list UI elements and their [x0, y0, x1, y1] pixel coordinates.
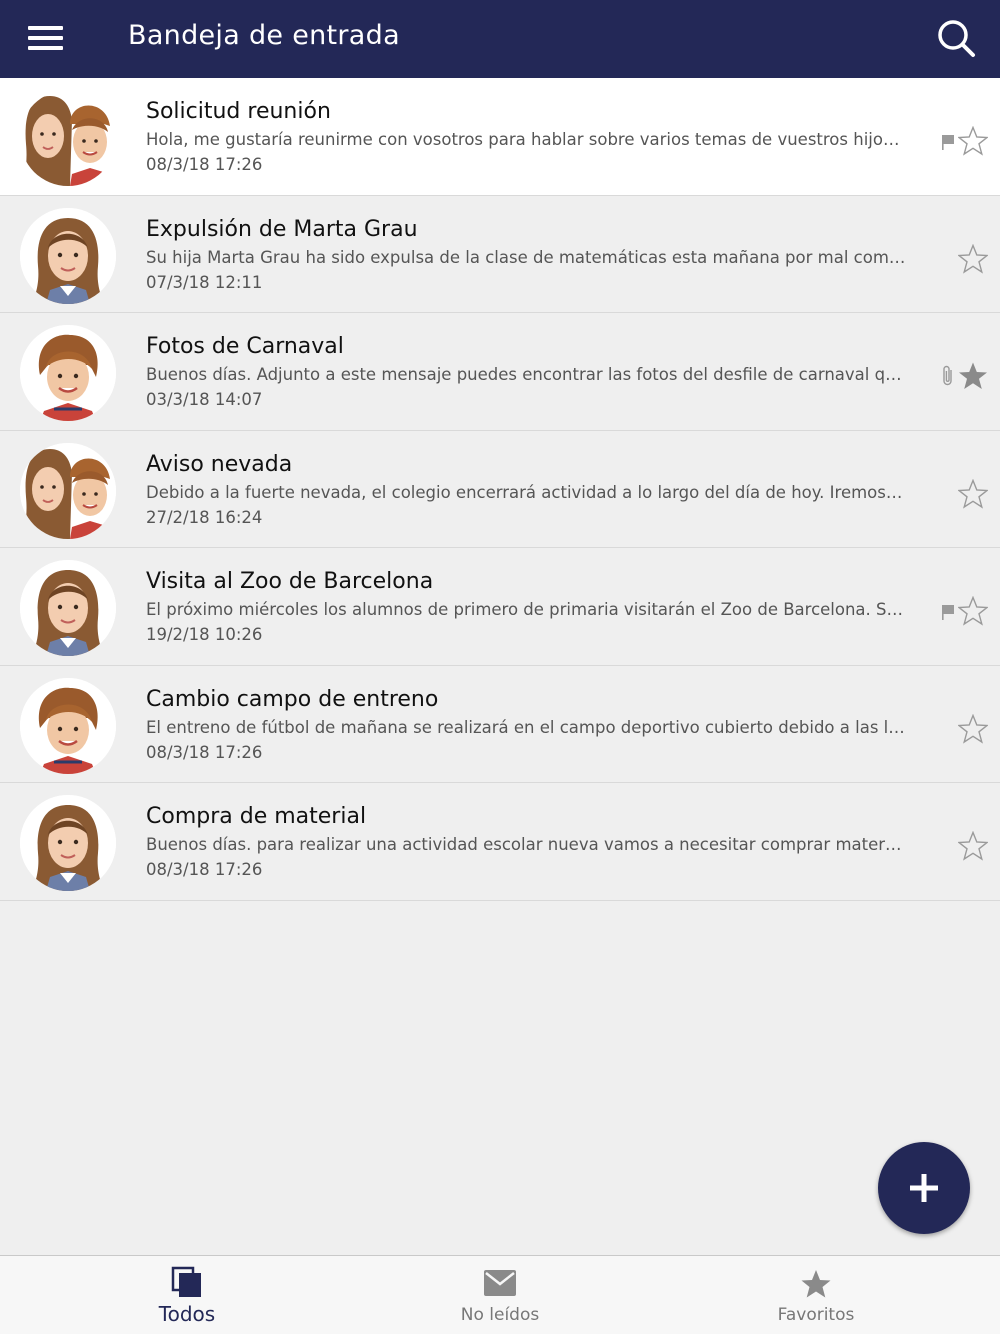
message-subject: Expulsión de Marta Grau — [146, 216, 418, 242]
hamburger-menu-icon[interactable] — [28, 26, 63, 52]
star-outline-icon[interactable] — [958, 713, 988, 744]
message-marks — [958, 713, 988, 744]
avatar — [20, 207, 116, 304]
message-preview: El próximo miércoles los alumnos de prim… — [146, 600, 906, 619]
message-row[interactable]: Expulsión de Marta Grau Su hija Marta Gra… — [0, 195, 1000, 313]
star-outline-icon[interactable] — [958, 831, 988, 861]
message-subject: Aviso nevada — [146, 451, 293, 477]
message-date: 27/2/18 16:24 — [146, 507, 263, 527]
message-marks — [940, 126, 988, 156]
tab-favoritos-label: Favoritos — [777, 1305, 855, 1325]
avatar — [20, 677, 116, 774]
message-date: 03/3/18 14:07 — [146, 390, 263, 409]
avatar — [20, 560, 116, 656]
plus-icon — [910, 1174, 938, 1202]
message-date: 07/3/18 12:11 — [146, 272, 263, 292]
top-app-bar: Bandeja de entrada — [0, 0, 1000, 78]
message-subject: Compra de material — [146, 804, 367, 829]
message-marks — [940, 596, 988, 626]
message-marks — [940, 361, 988, 391]
search-icon[interactable] — [936, 18, 976, 58]
star-outline-icon[interactable] — [958, 478, 988, 509]
avatar — [20, 90, 116, 186]
message-marks — [958, 243, 988, 274]
envelope-icon — [484, 1270, 516, 1296]
tab-no-leidos[interactable]: No leídos — [400, 1256, 600, 1334]
avatar — [20, 325, 116, 421]
star-icon[interactable] — [958, 361, 988, 391]
message-row[interactable]: Fotos de Carnaval Buenos días. Adjunto a … — [0, 313, 1000, 431]
message-row[interactable]: Compra de material Buenos días. para real… — [0, 783, 1000, 901]
message-marks — [958, 831, 988, 861]
message-preview: Hola, me gustaría reunirme con vosotros … — [146, 130, 906, 149]
message-date: 08/3/18 17:26 — [146, 860, 263, 879]
tab-todos[interactable]: Todos — [87, 1256, 287, 1334]
avatar — [20, 442, 116, 539]
star-outline-icon[interactable] — [958, 126, 988, 156]
copy-stack-icon — [171, 1266, 201, 1297]
message-preview: Buenos días. Adjunto a este mensaje pued… — [146, 365, 906, 384]
tab-todos-label: Todos — [158, 1302, 216, 1326]
star-outline-icon[interactable] — [958, 243, 988, 274]
page-title: Bandeja de entrada — [128, 20, 400, 51]
message-preview: Buenos días. para realizar una actividad… — [146, 835, 906, 854]
attachment-icon — [943, 365, 952, 386]
message-preview: El entreno de fútbol de mañana se realiz… — [146, 717, 906, 737]
message-list: Solicitud reunión Hola, me gustaría reuni… — [0, 78, 1000, 901]
message-preview: Su hija Marta Grau ha sido expulsa de la… — [146, 247, 906, 267]
compose-button[interactable] — [878, 1142, 970, 1234]
message-subject: Visita al Zoo de Barcelona — [146, 569, 434, 594]
flag-icon — [942, 135, 954, 150]
star-icon — [801, 1270, 831, 1298]
message-date: 08/3/18 17:26 — [146, 155, 263, 174]
message-preview: Debido a la fuerte nevada, el colegio en… — [146, 482, 906, 502]
tab-favoritos[interactable]: Favoritos — [716, 1256, 916, 1334]
message-row[interactable]: Cambio campo de entreno El entreno de fút… — [0, 665, 1000, 783]
message-subject: Solicitud reunión — [146, 99, 331, 124]
message-subject: Cambio campo de entreno — [146, 686, 439, 712]
message-row[interactable]: Aviso nevada Debido a la fuerte nevada, e… — [0, 430, 1000, 548]
message-date: 08/3/18 17:26 — [146, 742, 263, 762]
tab-no-leidos-label: No leídos — [460, 1305, 540, 1325]
avatar — [20, 795, 116, 891]
message-row[interactable]: Solicitud reunión Hola, me gustaría reuni… — [0, 78, 1000, 196]
flag-icon — [942, 605, 954, 620]
message-row[interactable]: Visita al Zoo de Barcelona El próximo mié… — [0, 548, 1000, 666]
message-date: 19/2/18 10:26 — [146, 625, 263, 644]
message-subject: Fotos de Carnaval — [146, 334, 344, 359]
star-outline-icon[interactable] — [958, 596, 988, 626]
bottom-navigation: Todos No leídos Favoritos — [0, 1255, 1000, 1334]
message-marks — [958, 478, 988, 509]
